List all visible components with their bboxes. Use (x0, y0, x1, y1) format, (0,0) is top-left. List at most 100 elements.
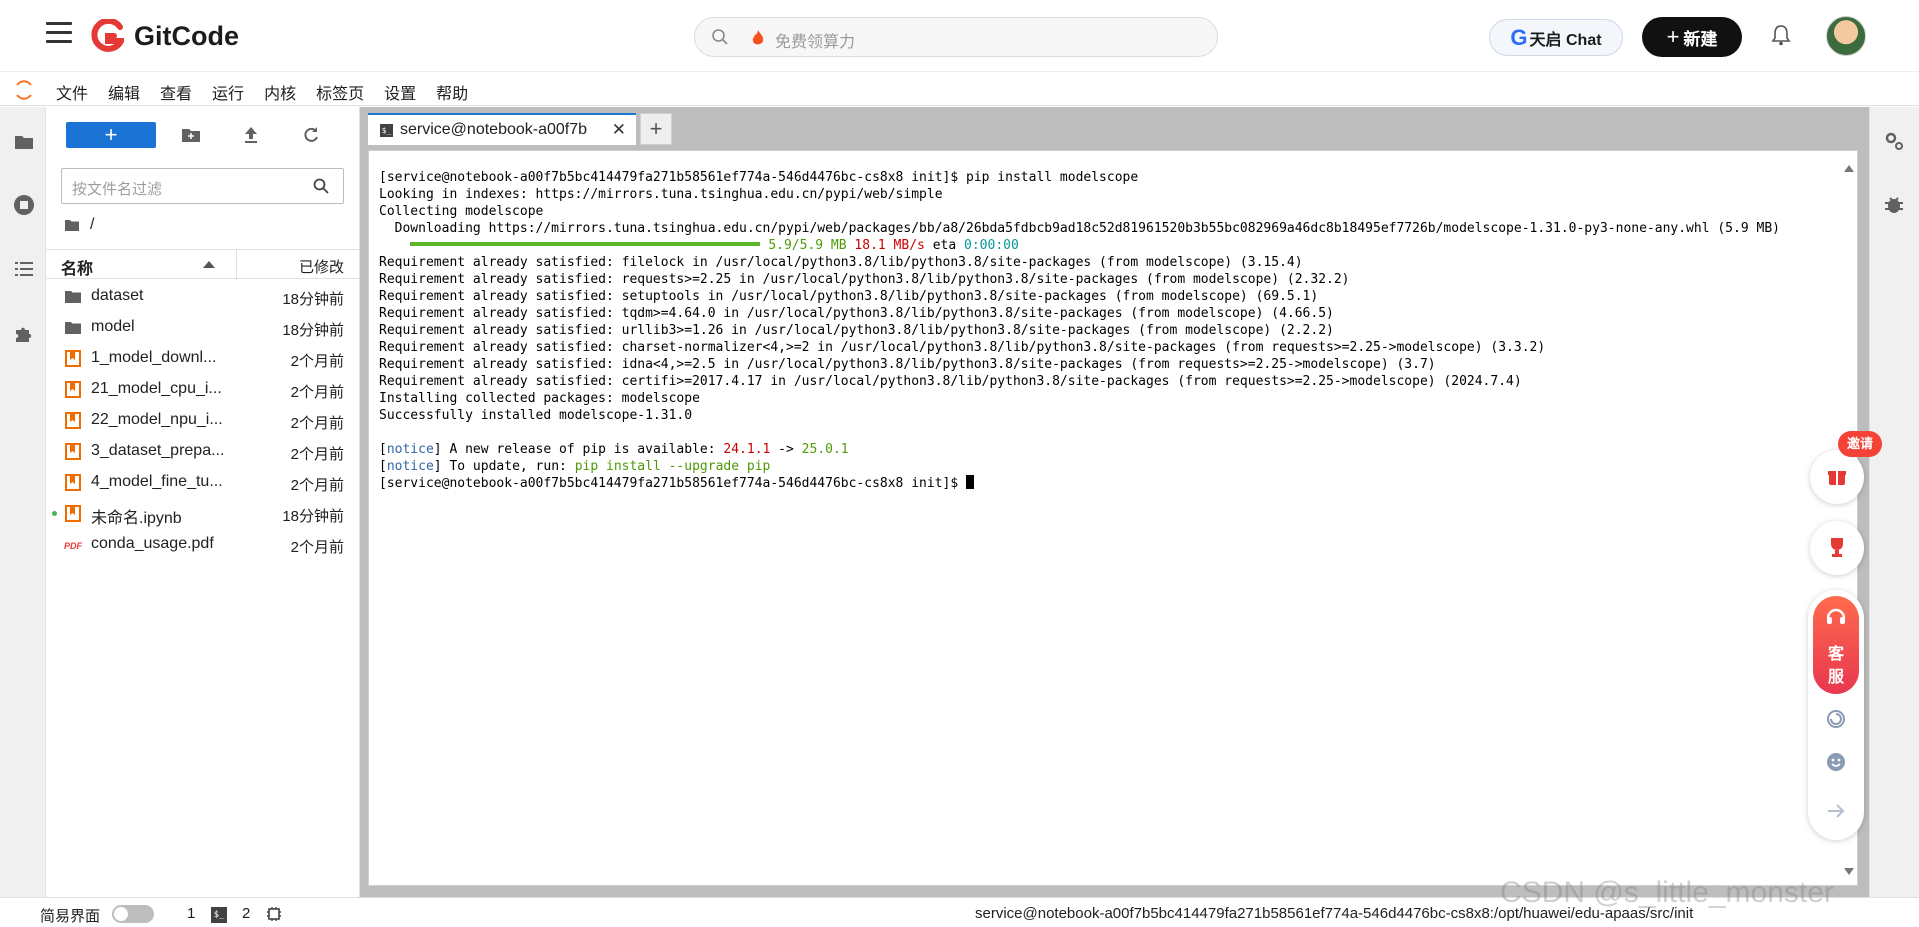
menu-edit[interactable]: 编辑 (108, 80, 140, 104)
notebook-icon (65, 474, 81, 491)
debugger-icon[interactable] (1882, 193, 1906, 217)
customer-service-button[interactable]: 客 服 (1813, 596, 1859, 694)
avatar[interactable] (1826, 16, 1866, 56)
menu-file[interactable]: 文件 (56, 80, 88, 104)
left-activity-bar (0, 107, 46, 897)
column-divider (236, 250, 237, 280)
property-inspector-icon[interactable] (1882, 129, 1906, 153)
list-item[interactable]: 1_model_downl... 2个月前 (46, 343, 360, 374)
list-item[interactable]: 4_model_fine_tu... 2个月前 (46, 467, 360, 498)
notebook-icon (65, 505, 81, 522)
file-modified: 2个月前 (290, 446, 344, 463)
shell-prompt: [service@notebook-a00f7b5bc414479fa271b5… (379, 476, 966, 491)
breadcrumb-path: / (90, 216, 95, 233)
search-placeholder: 免费领算力 (775, 34, 856, 51)
terminal-line: Successfully installed modelscope-1.31.0 (379, 408, 693, 423)
file-modified: 18分钟前 (282, 508, 344, 525)
service-label-1: 客 (1827, 646, 1844, 663)
notice-text: A new release of pip is available: (441, 442, 724, 457)
menu-help[interactable]: 帮助 (436, 80, 468, 104)
list-item[interactable]: model 18分钟前 (46, 312, 360, 343)
file-name: model (91, 318, 135, 335)
file-modified: 2个月前 (290, 539, 344, 556)
refresh-icon[interactable] (300, 124, 322, 146)
terminal-line: Requirement already satisfied: setuptool… (379, 289, 1319, 304)
new-button[interactable]: + 新建 (1642, 17, 1742, 57)
file-name: 1_model_downl... (91, 349, 217, 366)
file-filter-placeholder: 按文件名过滤 (72, 181, 163, 198)
search-icon (712, 29, 728, 45)
list-item[interactable]: 未命名.ipynb 18分钟前 (46, 498, 360, 529)
new-launcher-button[interactable]: + (66, 122, 156, 148)
terminal-line: Requirement already satisfied: idna<4,>=… (379, 357, 1436, 372)
hamburger-menu-icon[interactable] (46, 22, 72, 48)
new-folder-icon[interactable] (180, 124, 202, 146)
column-name-header[interactable]: 名称 (61, 255, 93, 279)
bell-icon[interactable] (1771, 24, 1791, 46)
notebook-icon (65, 412, 81, 429)
add-tab-button[interactable]: + (640, 113, 672, 145)
file-name: 22_model_npu_i... (91, 411, 223, 428)
folder-icon[interactable] (13, 131, 35, 153)
terminal-line: Installing collected packages: modelscop… (379, 391, 700, 406)
tab-terminal[interactable]: $_ service@notebook-a00f7b ✕ (368, 113, 636, 145)
kernel-status-icon[interactable] (266, 906, 282, 922)
folder-icon (65, 322, 81, 334)
simple-mode-label: 简易界面 (40, 908, 101, 925)
list-item[interactable]: dataset 18分钟前 (46, 281, 360, 312)
close-icon[interactable]: ✕ (612, 120, 626, 140)
menu-tabs[interactable]: 标签页 (316, 80, 364, 104)
terminal-count[interactable]: 2 (242, 905, 250, 922)
notebook-icon (65, 381, 81, 398)
prompt-line: [service@notebook-a00f7b5bc414479fa271b5… (379, 475, 1780, 492)
pdf-icon: PDF (64, 541, 82, 551)
scroll-up-icon[interactable] (1844, 165, 1854, 172)
simple-mode-toggle[interactable] (112, 905, 154, 923)
file-browser: + 按文件名过滤 / 名称 已修改 dataset 18分钟前 model 18… (46, 107, 360, 897)
upload-icon[interactable] (240, 124, 262, 146)
extension-icon[interactable] (13, 323, 35, 345)
menu-settings[interactable]: 设置 (384, 80, 416, 104)
menu-kernel[interactable]: 内核 (264, 80, 296, 104)
terminal-panel[interactable]: [service@notebook-a00f7b5bc414479fa271b5… (368, 150, 1858, 886)
notebook-icon (65, 443, 81, 460)
scroll-down-icon[interactable] (1844, 868, 1854, 875)
gift-button[interactable] (1810, 450, 1864, 504)
menu-view[interactable]: 查看 (160, 80, 192, 104)
list-item[interactable]: PDF conda_usage.pdf 2个月前 (46, 529, 360, 560)
file-name: 未命名.ipynb (91, 510, 182, 527)
running-sessions-icon[interactable] (13, 194, 35, 216)
trophy-button[interactable] (1810, 521, 1864, 575)
pip-upgrade-command: pip install --upgrade pip (574, 459, 771, 474)
menu-run[interactable]: 运行 (212, 80, 244, 104)
progress-eta-label: eta (932, 238, 957, 253)
notice-tag: notice (386, 442, 434, 457)
smiley-icon[interactable] (1825, 751, 1847, 773)
tianqi-chat-button[interactable]: G 天启 Chat (1489, 19, 1623, 56)
column-modified-header[interactable]: 已修改 (299, 256, 344, 277)
search-input[interactable]: 免费领算力 (694, 17, 1218, 57)
svg-text:PDF: PDF (64, 541, 82, 551)
list-item[interactable]: 22_model_npu_i... 2个月前 (46, 405, 360, 436)
jupyter-logo-icon (16, 80, 32, 100)
refresh-icon[interactable] (1825, 708, 1847, 730)
list-item[interactable]: 3_dataset_prepa... 2个月前 (46, 436, 360, 467)
table-of-contents-icon[interactable] (13, 258, 35, 280)
kernel-count[interactable]: 1 (187, 905, 195, 922)
service-label-2: 服 (1827, 669, 1844, 686)
terminal-output: [service@notebook-a00f7b5bc414479fa271b5… (379, 169, 1780, 492)
brand-name: GitCode (134, 20, 239, 51)
progress-line: 5.9/5.9 MB 18.1 MB/s eta 0:00:00 (379, 237, 1780, 254)
arrow-right-icon[interactable] (1825, 800, 1847, 822)
breadcrumb[interactable]: / (64, 216, 94, 234)
trophy-icon (1831, 538, 1843, 557)
file-name: 4_model_fine_tu... (91, 473, 223, 490)
file-filter-input[interactable]: 按文件名过滤 (61, 168, 344, 204)
gitcode-logo[interactable]: GitCode (90, 18, 239, 54)
menu-items: 文件 编辑 查看 运行 内核 标签页 设置 帮助 (56, 80, 488, 104)
headset-icon (1826, 608, 1846, 624)
file-modified: 2个月前 (290, 415, 344, 432)
list-item[interactable]: 21_model_cpu_i... 2个月前 (46, 374, 360, 405)
file-name: 21_model_cpu_i... (91, 380, 222, 397)
invite-badge[interactable]: 邀请 (1838, 431, 1882, 457)
